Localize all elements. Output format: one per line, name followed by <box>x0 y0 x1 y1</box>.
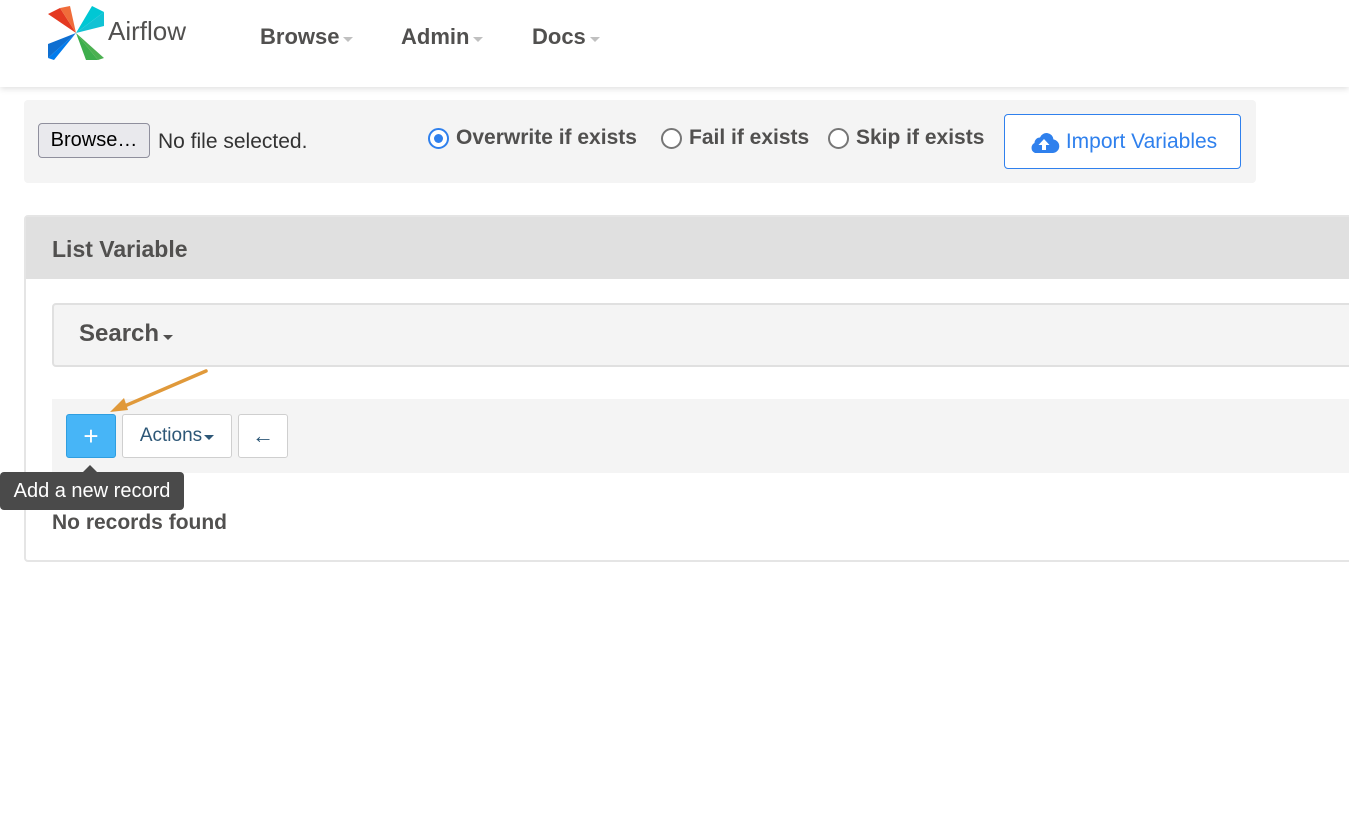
plus-icon: + <box>83 420 99 451</box>
search-label: Search <box>79 320 160 347</box>
radio-skip[interactable]: Skip if exists <box>828 126 984 150</box>
page-title: List Variable <box>52 236 188 262</box>
nav-docs-menu[interactable]: Docs <box>532 24 600 50</box>
nav-docs-label: Docs <box>532 24 586 49</box>
actions-label: Actions <box>139 425 203 446</box>
panel-header: List Variable <box>26 217 1349 279</box>
import-variables-button[interactable]: Import Variables <box>1004 114 1241 169</box>
add-record-tooltip: Add a new record <box>0 472 184 510</box>
file-browse-button[interactable]: Browse… <box>38 123 150 158</box>
navbar: Airflow Browse Admin Docs <box>0 0 1349 87</box>
caret-down-icon <box>204 435 215 440</box>
nav-browse-menu[interactable]: Browse <box>260 24 354 50</box>
airflow-logo-icon <box>48 6 104 60</box>
tooltip-arrow <box>83 465 97 472</box>
radio-unchecked-icon <box>828 127 849 149</box>
nav-browse-label: Browse <box>260 24 340 49</box>
nav-admin-label: Admin <box>401 24 470 49</box>
empty-list-message: No records found <box>52 511 228 534</box>
brand-link[interactable]: Airflow <box>46 4 186 62</box>
caret-down-icon <box>343 36 354 42</box>
file-status-text: No file selected. <box>158 130 308 153</box>
annotation-arrow-icon <box>110 369 208 412</box>
radio-skip-label: Skip if exists <box>856 126 985 149</box>
radio-overwrite[interactable]: Overwrite if exists <box>428 126 637 150</box>
cloud-upload-icon <box>1031 132 1060 153</box>
back-button[interactable]: ← <box>238 414 288 458</box>
search-panel: Search <box>52 303 1349 367</box>
caret-down-icon <box>589 36 600 42</box>
brand-name: Airflow <box>108 15 187 46</box>
caret-down-icon <box>473 36 484 42</box>
radio-fail[interactable]: Fail if exists <box>661 126 809 150</box>
nav-admin-menu[interactable]: Admin <box>401 24 484 50</box>
arrow-left-icon: ← <box>252 423 274 448</box>
radio-overwrite-label: Overwrite if exists <box>456 126 637 149</box>
radio-checked-icon <box>428 127 449 149</box>
radio-fail-label: Fail if exists <box>689 126 810 149</box>
import-variables-label: Import Variables <box>1065 129 1218 153</box>
search-toggle[interactable]: Search <box>79 320 174 348</box>
radio-unchecked-icon <box>661 127 682 149</box>
import-variables-form: Browse… No file selected. Overwrite if e… <box>24 100 1256 183</box>
caret-down-icon <box>163 334 174 340</box>
list-toolbar: + Actions ← <box>52 399 1349 473</box>
list-variable-panel: List Variable Search + Actions ← No reco… <box>24 215 1349 562</box>
